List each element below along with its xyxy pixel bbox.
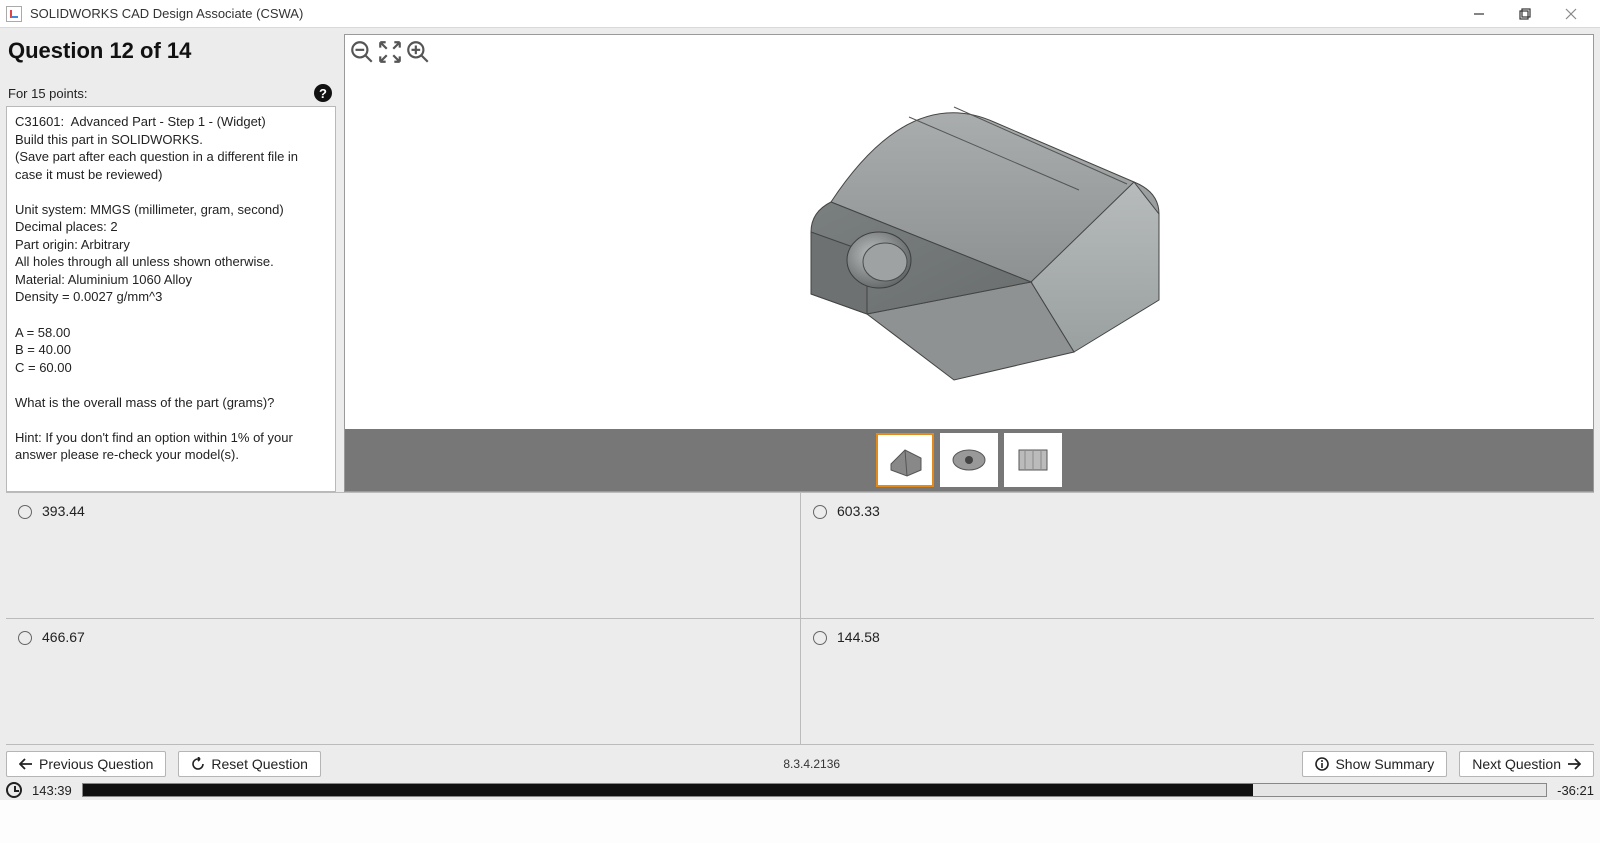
answer-option-3[interactable]: 466.67 (6, 619, 800, 745)
radio-icon (18, 631, 32, 645)
answer-label: 603.33 (837, 503, 880, 519)
window-title: SOLIDWORKS CAD Design Associate (CSWA) (30, 6, 303, 21)
help-icon[interactable]: ? (314, 84, 332, 102)
close-icon (1565, 8, 1577, 20)
reset-icon (191, 757, 205, 771)
next-question-button[interactable]: Next Question (1459, 751, 1594, 777)
progress-fill (83, 784, 1254, 796)
zoom-out-icon (349, 39, 375, 65)
answer-option-4[interactable]: 144.58 (800, 619, 1594, 745)
close-button[interactable] (1548, 0, 1594, 28)
viewer-canvas[interactable] (345, 35, 1593, 429)
footer: Previous Question Reset Question 8.3.4.2… (0, 745, 1600, 800)
button-label: Show Summary (1335, 756, 1434, 772)
maximize-button[interactable] (1502, 0, 1548, 28)
main-area: Question 12 of 14 For 15 points: ? C3160… (0, 28, 1600, 492)
info-icon (1315, 757, 1329, 771)
minimize-icon (1473, 8, 1485, 20)
titlebar: SOLIDWORKS CAD Design Associate (CSWA) (0, 0, 1600, 28)
viewer-toolbar (349, 39, 431, 65)
button-label: Reset Question (211, 756, 308, 772)
question-body: C31601: Advanced Part - Step 1 - (Widget… (6, 106, 336, 492)
radio-icon (813, 505, 827, 519)
time-elapsed: 143:39 (32, 783, 72, 798)
show-summary-button[interactable]: Show Summary (1302, 751, 1447, 777)
answer-label: 466.67 (42, 629, 85, 645)
progress-bar (82, 783, 1547, 797)
reset-question-button[interactable]: Reset Question (178, 751, 321, 777)
answers-area: 393.44 603.33 466.67 144.58 (0, 492, 1600, 745)
question-heading: Question 12 of 14 (8, 38, 334, 64)
zoom-in-icon (405, 39, 431, 65)
answer-label: 393.44 (42, 503, 85, 519)
radio-icon (18, 505, 32, 519)
button-label: Next Question (1472, 756, 1561, 772)
arrow-right-icon (1567, 758, 1581, 770)
answer-label: 144.58 (837, 629, 880, 645)
time-remaining: -36:21 (1557, 783, 1594, 798)
fit-icon (377, 39, 403, 65)
app-icon (6, 6, 22, 22)
clock-icon (6, 782, 22, 798)
points-label: For 15 points: (8, 86, 88, 101)
zoom-in-button[interactable] (405, 39, 431, 65)
part-illustration (739, 62, 1199, 402)
radio-icon (813, 631, 827, 645)
button-label: Previous Question (39, 756, 153, 772)
previous-question-button[interactable]: Previous Question (6, 751, 166, 777)
answer-option-2[interactable]: 603.33 (800, 493, 1594, 619)
question-pane: Question 12 of 14 For 15 points: ? C3160… (6, 34, 336, 492)
answer-option-1[interactable]: 393.44 (6, 493, 800, 619)
build-number: 8.3.4.2136 (333, 757, 1291, 771)
maximize-icon (1519, 8, 1531, 20)
fit-to-screen-button[interactable] (377, 39, 403, 65)
image-viewer (344, 34, 1594, 492)
thumbnail-strip (345, 429, 1593, 491)
top-view-thumb[interactable] (940, 433, 998, 487)
side-view-thumb[interactable] (1004, 433, 1062, 487)
zoom-out-button[interactable] (349, 39, 375, 65)
arrow-left-icon (19, 758, 33, 770)
minimize-button[interactable] (1456, 0, 1502, 28)
iso-view-thumb[interactable] (876, 433, 934, 487)
